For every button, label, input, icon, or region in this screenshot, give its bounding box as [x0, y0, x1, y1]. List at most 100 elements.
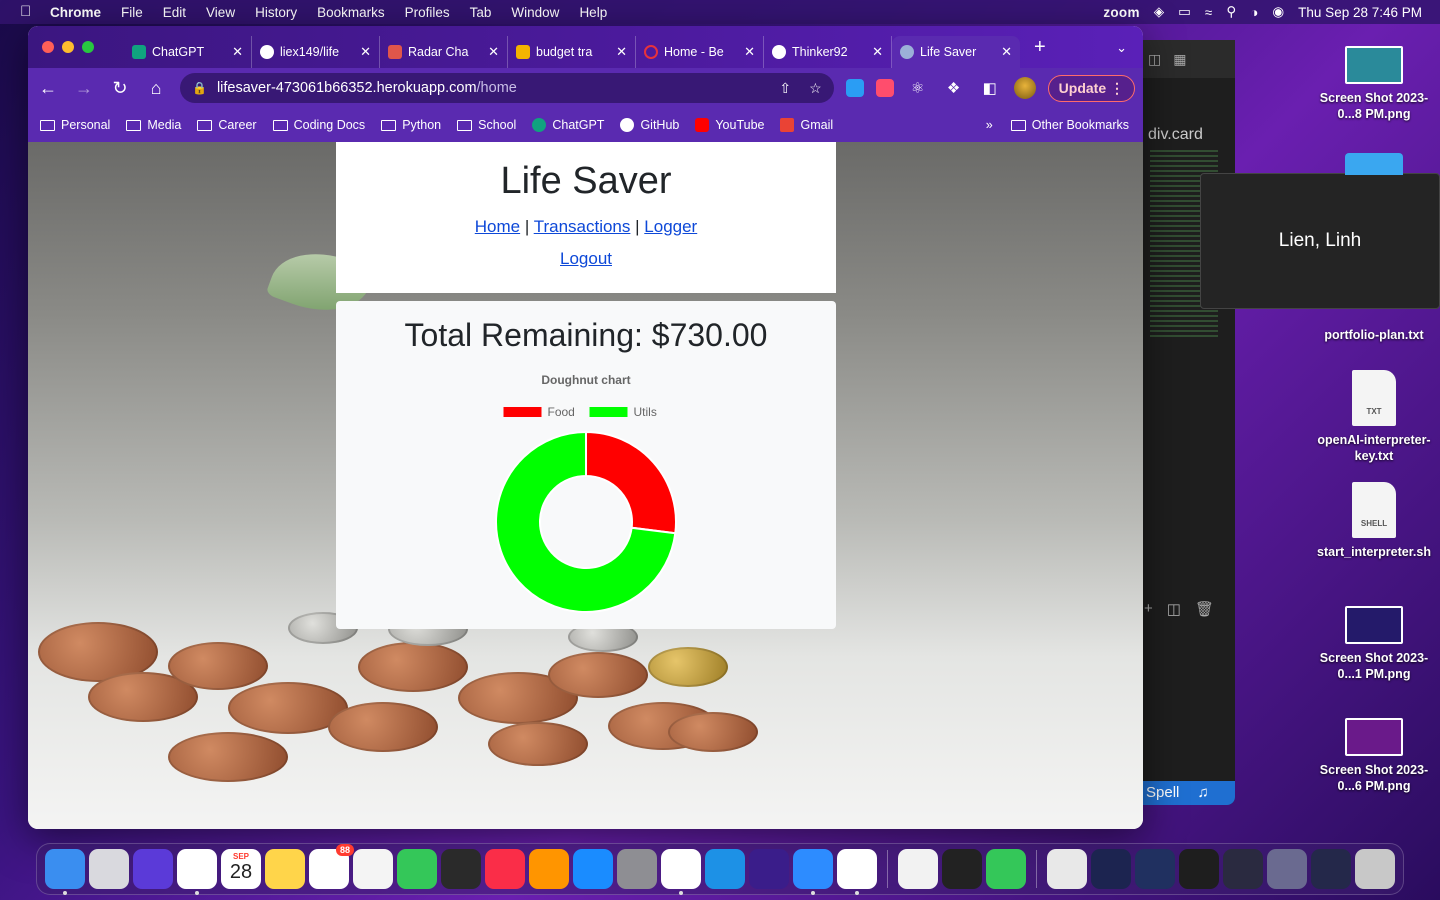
- menu-tab[interactable]: Tab: [470, 5, 492, 20]
- add-terminal-icon[interactable]: +: [1144, 600, 1153, 618]
- desktop-portfolio-plan[interactable]: portfolio-plan.txt: [1314, 327, 1434, 343]
- zoom-status-item[interactable]: zoom: [1103, 5, 1139, 20]
- nav-link-logger[interactable]: Logger: [644, 217, 697, 236]
- bookmark-github[interactable]: GitHub: [620, 118, 679, 132]
- close-tab-icon[interactable]: ✕: [872, 44, 883, 60]
- tab-github-repo[interactable]: liex149/life ✕: [252, 36, 380, 68]
- side-panel-icon[interactable]: ◧: [978, 79, 1002, 97]
- dock-window-5-icon[interactable]: [1267, 849, 1307, 889]
- dock-window-2-icon[interactable]: [1135, 849, 1175, 889]
- dock-reminders-icon[interactable]: 88: [309, 844, 354, 889]
- tab-home[interactable]: Home - Be ✕: [636, 36, 764, 68]
- extension-react-icon[interactable]: ⚛: [906, 79, 930, 97]
- menu-app-name[interactable]: Chrome: [50, 5, 101, 20]
- dock-window-1-icon[interactable]: [1091, 849, 1131, 889]
- close-tab-icon[interactable]: ✕: [616, 44, 627, 60]
- dock-window-4-icon[interactable]: [1223, 849, 1263, 889]
- dock-zoom-icon[interactable]: [793, 849, 833, 895]
- reload-icon[interactable]: ↻: [108, 78, 132, 99]
- menu-history[interactable]: History: [255, 5, 297, 20]
- menubar-clock[interactable]: Thu Sep 28 7:46 PM: [1298, 5, 1422, 20]
- desktop-screenshot-2[interactable]: Screen Shot 2023-0...1 PM.png: [1314, 606, 1434, 682]
- extensions-puzzle-icon[interactable]: ❖: [942, 79, 966, 97]
- dock-docker-icon[interactable]: [705, 849, 745, 889]
- dock-slack-icon[interactable]: [837, 849, 877, 895]
- desktop-start-interpreter[interactable]: SHELL start_interpreter.sh: [1314, 482, 1434, 560]
- split-editor-icon[interactable]: ◫: [1148, 51, 1161, 68]
- desktop-screenshot-1[interactable]: Screen Shot 2023-0...8 PM.png: [1314, 46, 1434, 122]
- desktop-openai-key[interactable]: TXT openAI-interpreter-key.txt: [1314, 370, 1434, 464]
- update-button[interactable]: Update ⋮: [1047, 74, 1135, 102]
- zoom-window-button[interactable]: [82, 41, 94, 53]
- siri-icon[interactable]: ◉: [1272, 4, 1284, 20]
- doughnut-slice-food[interactable]: [585, 430, 677, 535]
- menu-help[interactable]: Help: [579, 5, 607, 20]
- bookmark-star-icon[interactable]: ☆: [809, 80, 822, 97]
- bookmark-personal[interactable]: Personal: [40, 118, 110, 132]
- profile-avatar[interactable]: [1013, 77, 1036, 99]
- close-tab-icon[interactable]: ✕: [744, 44, 755, 60]
- nav-link-home[interactable]: Home: [475, 217, 520, 236]
- menu-window[interactable]: Window: [511, 5, 559, 20]
- forward-arrow-icon[interactable]: →: [72, 78, 96, 99]
- dock-finder-icon[interactable]: [45, 849, 85, 895]
- bookmark-gmail[interactable]: Gmail: [780, 118, 833, 132]
- battery-icon[interactable]: ▭: [1178, 4, 1191, 20]
- dock-music-icon[interactable]: [485, 849, 525, 889]
- back-arrow-icon[interactable]: ←: [36, 78, 60, 99]
- wifi-icon[interactable]: ≈: [1205, 5, 1212, 20]
- spell-status[interactable]: Spell: [1146, 784, 1179, 801]
- dock-facetime-icon[interactable]: [986, 849, 1026, 889]
- tab-life-saver[interactable]: Life Saver ✕: [892, 36, 1020, 68]
- menu-bookmarks[interactable]: Bookmarks: [317, 5, 385, 20]
- bookmark-other-bookmarks[interactable]: Other Bookmarks: [1010, 118, 1129, 132]
- dock-trash-icon[interactable]: [1355, 849, 1395, 889]
- nav-link-logout[interactable]: Logout: [336, 249, 836, 269]
- tab-radar-chart[interactable]: Radar Cha ✕: [380, 36, 508, 68]
- dock-chrome-icon[interactable]: [177, 849, 217, 895]
- bookmark-coding-docs[interactable]: Coding Docs: [272, 118, 365, 132]
- home-icon[interactable]: ⌂: [144, 78, 168, 99]
- apple-menu-icon[interactable]: : [20, 4, 34, 20]
- close-tab-icon[interactable]: ✕: [360, 44, 371, 60]
- legend-label-utils[interactable]: Utils: [634, 405, 657, 419]
- tab-chatgpt[interactable]: ChatGPT ✕: [124, 36, 252, 68]
- close-tab-icon[interactable]: ✕: [488, 44, 499, 60]
- tab-budget-tracker[interactable]: budget tra ✕: [508, 36, 636, 68]
- new-tab-button[interactable]: +: [1034, 36, 1046, 59]
- menu-view[interactable]: View: [206, 5, 235, 20]
- menu-edit[interactable]: Edit: [163, 5, 186, 20]
- control-center-icon[interactable]: ◑: [1250, 5, 1258, 20]
- share-icon[interactable]: ⇧: [779, 80, 791, 97]
- extension-cloud-icon[interactable]: [845, 79, 864, 97]
- dock-launchpad-icon[interactable]: [89, 849, 129, 889]
- dock-vscode-icon[interactable]: [661, 849, 701, 895]
- close-tab-icon[interactable]: ✕: [1001, 44, 1012, 60]
- minimize-window-button[interactable]: [62, 41, 74, 53]
- dock-photos-icon[interactable]: [353, 849, 393, 889]
- legend-swatch-utils[interactable]: [589, 407, 628, 417]
- dock-proton-vpn-icon[interactable]: [749, 849, 789, 889]
- bookmark-media[interactable]: Media: [126, 118, 181, 132]
- dock-system-settings-icon[interactable]: [617, 849, 657, 889]
- more-bookmarks-chevron-icon[interactable]: »: [986, 118, 993, 132]
- dock-textedit-icon[interactable]: [898, 849, 938, 889]
- tab-thinker92[interactable]: Thinker92 ✕: [764, 36, 892, 68]
- dock-window-3-icon[interactable]: [1179, 849, 1219, 889]
- bookmark-career[interactable]: Career: [197, 118, 257, 132]
- trash-icon[interactable]: 🗑: [1195, 600, 1214, 618]
- lock-icon[interactable]: 🔒: [192, 81, 207, 95]
- layout-icon[interactable]: ▦: [1173, 51, 1186, 68]
- dock-piano-icon[interactable]: [441, 849, 481, 889]
- tab-search-chevron-icon[interactable]: ⌄: [1116, 40, 1127, 56]
- web-page-viewport[interactable]: Life Saver Home | Transactions | Logger …: [28, 142, 1143, 829]
- bookmark-youtube[interactable]: YouTube: [695, 118, 764, 132]
- bookmark-chatgpt[interactable]: ChatGPT: [532, 118, 604, 132]
- extension-video-icon[interactable]: [875, 79, 894, 97]
- bookmark-python[interactable]: Python: [381, 118, 441, 132]
- dock-books-icon[interactable]: [529, 849, 569, 889]
- menu-file[interactable]: File: [121, 5, 143, 20]
- bookmark-school[interactable]: School: [457, 118, 516, 132]
- dock-notes-icon[interactable]: [265, 849, 305, 889]
- legend-swatch-food[interactable]: [503, 407, 542, 417]
